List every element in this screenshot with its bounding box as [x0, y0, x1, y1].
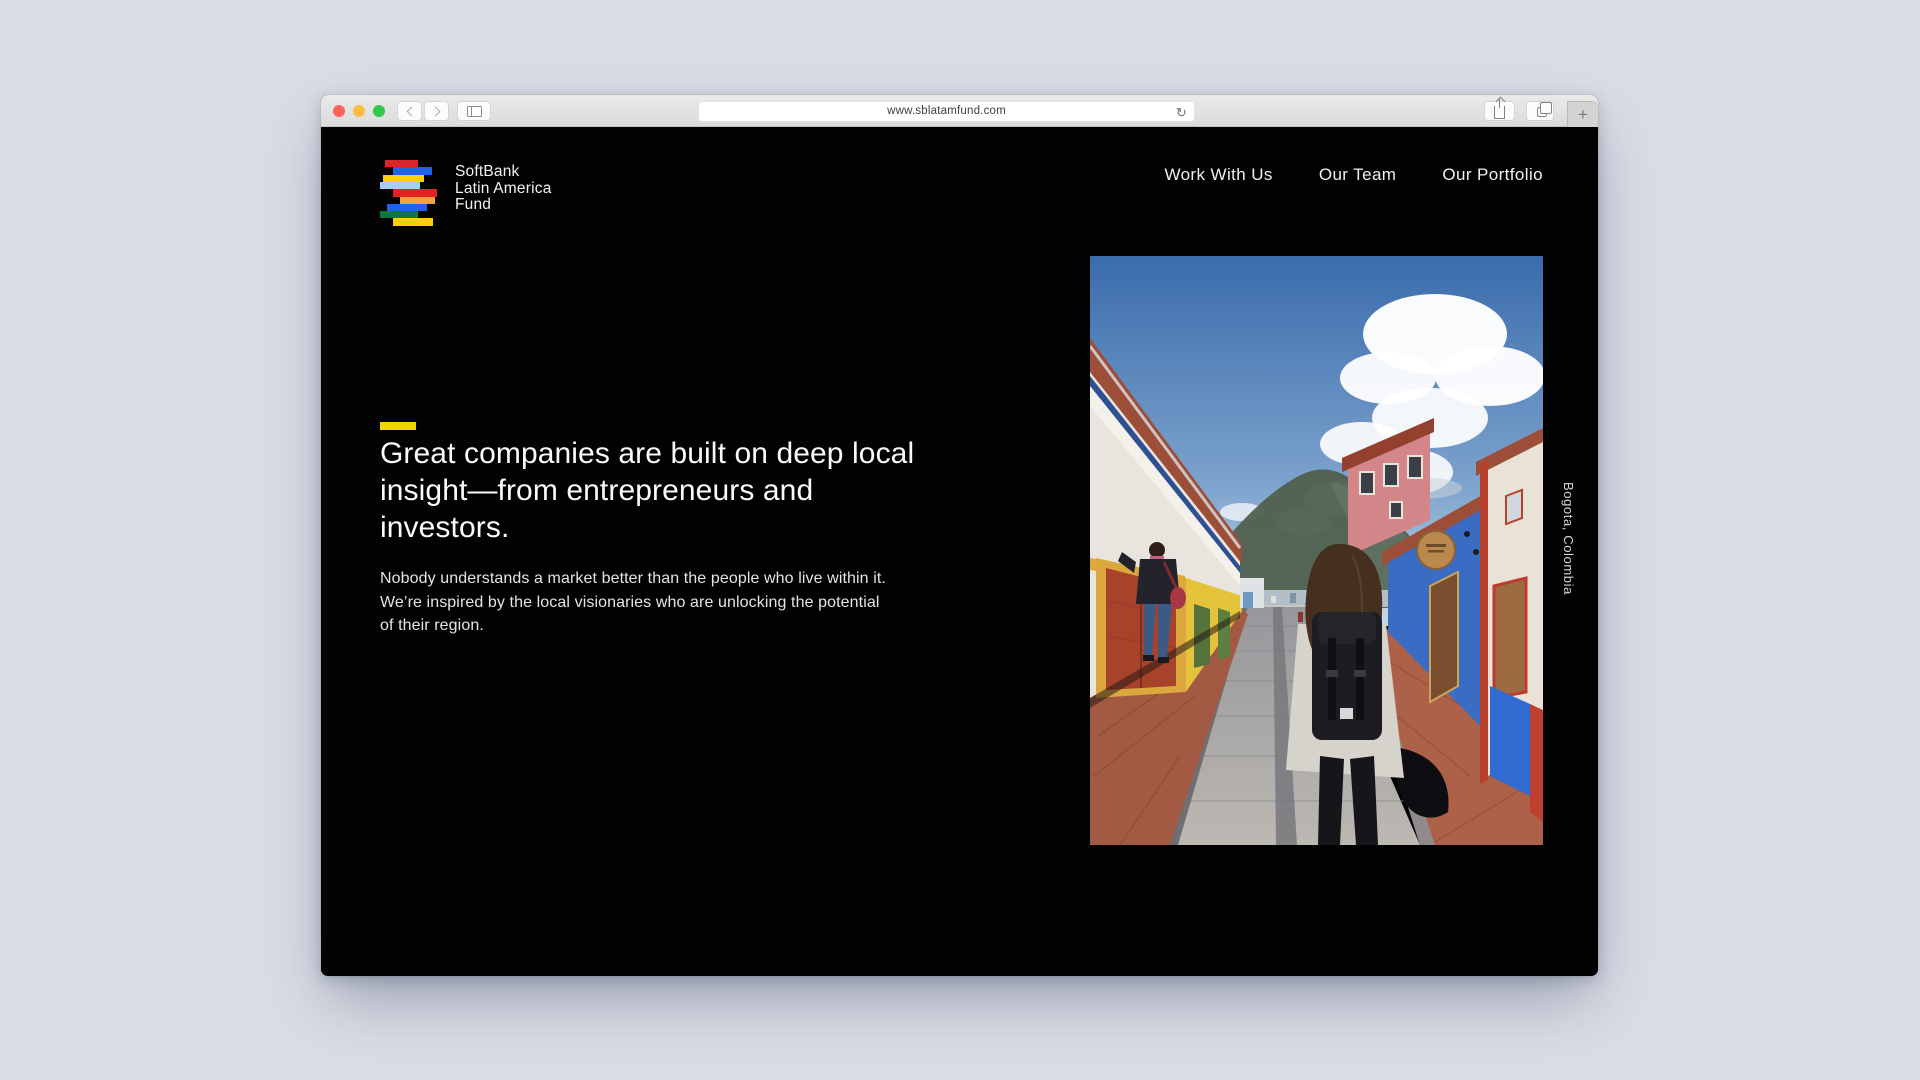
chevron-right-icon: [430, 106, 440, 116]
chevron-left-icon: [406, 106, 416, 116]
photo-location-caption: Bogota, Colombia: [1561, 482, 1576, 632]
minimize-window-button[interactable]: [353, 105, 365, 117]
back-button[interactable]: [397, 101, 422, 121]
share-icon: [1494, 106, 1505, 119]
sidebar-button[interactable]: [457, 101, 491, 121]
nav-item-our-portfolio[interactable]: Our Portfolio: [1442, 165, 1543, 185]
street-photo-illustration: [1090, 256, 1543, 845]
show-tabs-button[interactable]: [1526, 101, 1554, 121]
hero-body-text: Nobody understands a market better than …: [380, 567, 1000, 638]
browser-window: www.sblatamfund.com ↻ + SoftBank Latin A…: [321, 95, 1598, 976]
window-controls: [333, 105, 385, 117]
nav-item-our-team[interactable]: Our Team: [1319, 165, 1397, 185]
share-button[interactable]: [1484, 101, 1515, 121]
accent-dash: [380, 422, 416, 430]
browser-toolbar: www.sblatamfund.com ↻ +: [321, 95, 1598, 127]
main-nav: Work With Us Our Team Our Portfolio: [1164, 165, 1543, 185]
refresh-icon[interactable]: ↻: [1176, 104, 1187, 121]
sidebar-icon: [467, 106, 482, 117]
street-photo: [1090, 256, 1543, 845]
close-window-button[interactable]: [333, 105, 345, 117]
zoom-window-button[interactable]: [373, 105, 385, 117]
plus-icon: +: [1578, 105, 1588, 125]
address-bar[interactable]: www.sblatamfund.com ↻: [698, 101, 1195, 122]
forward-button[interactable]: [424, 101, 449, 121]
brand-logo[interactable]: SoftBank Latin America Fund: [380, 160, 552, 226]
new-tab-button[interactable]: +: [1567, 101, 1598, 127]
logo-mark-icon: [380, 160, 440, 226]
url-text: www.sblatamfund.com: [887, 105, 1006, 117]
hero-heading: Great companies are built on deep local …: [380, 435, 1000, 546]
nav-item-work-with-us[interactable]: Work With Us: [1164, 165, 1272, 185]
brand-name: SoftBank Latin America Fund: [455, 160, 552, 226]
tabs-icon: [1537, 107, 1547, 117]
webpage-content: SoftBank Latin America Fund Work With Us…: [321, 127, 1598, 975]
